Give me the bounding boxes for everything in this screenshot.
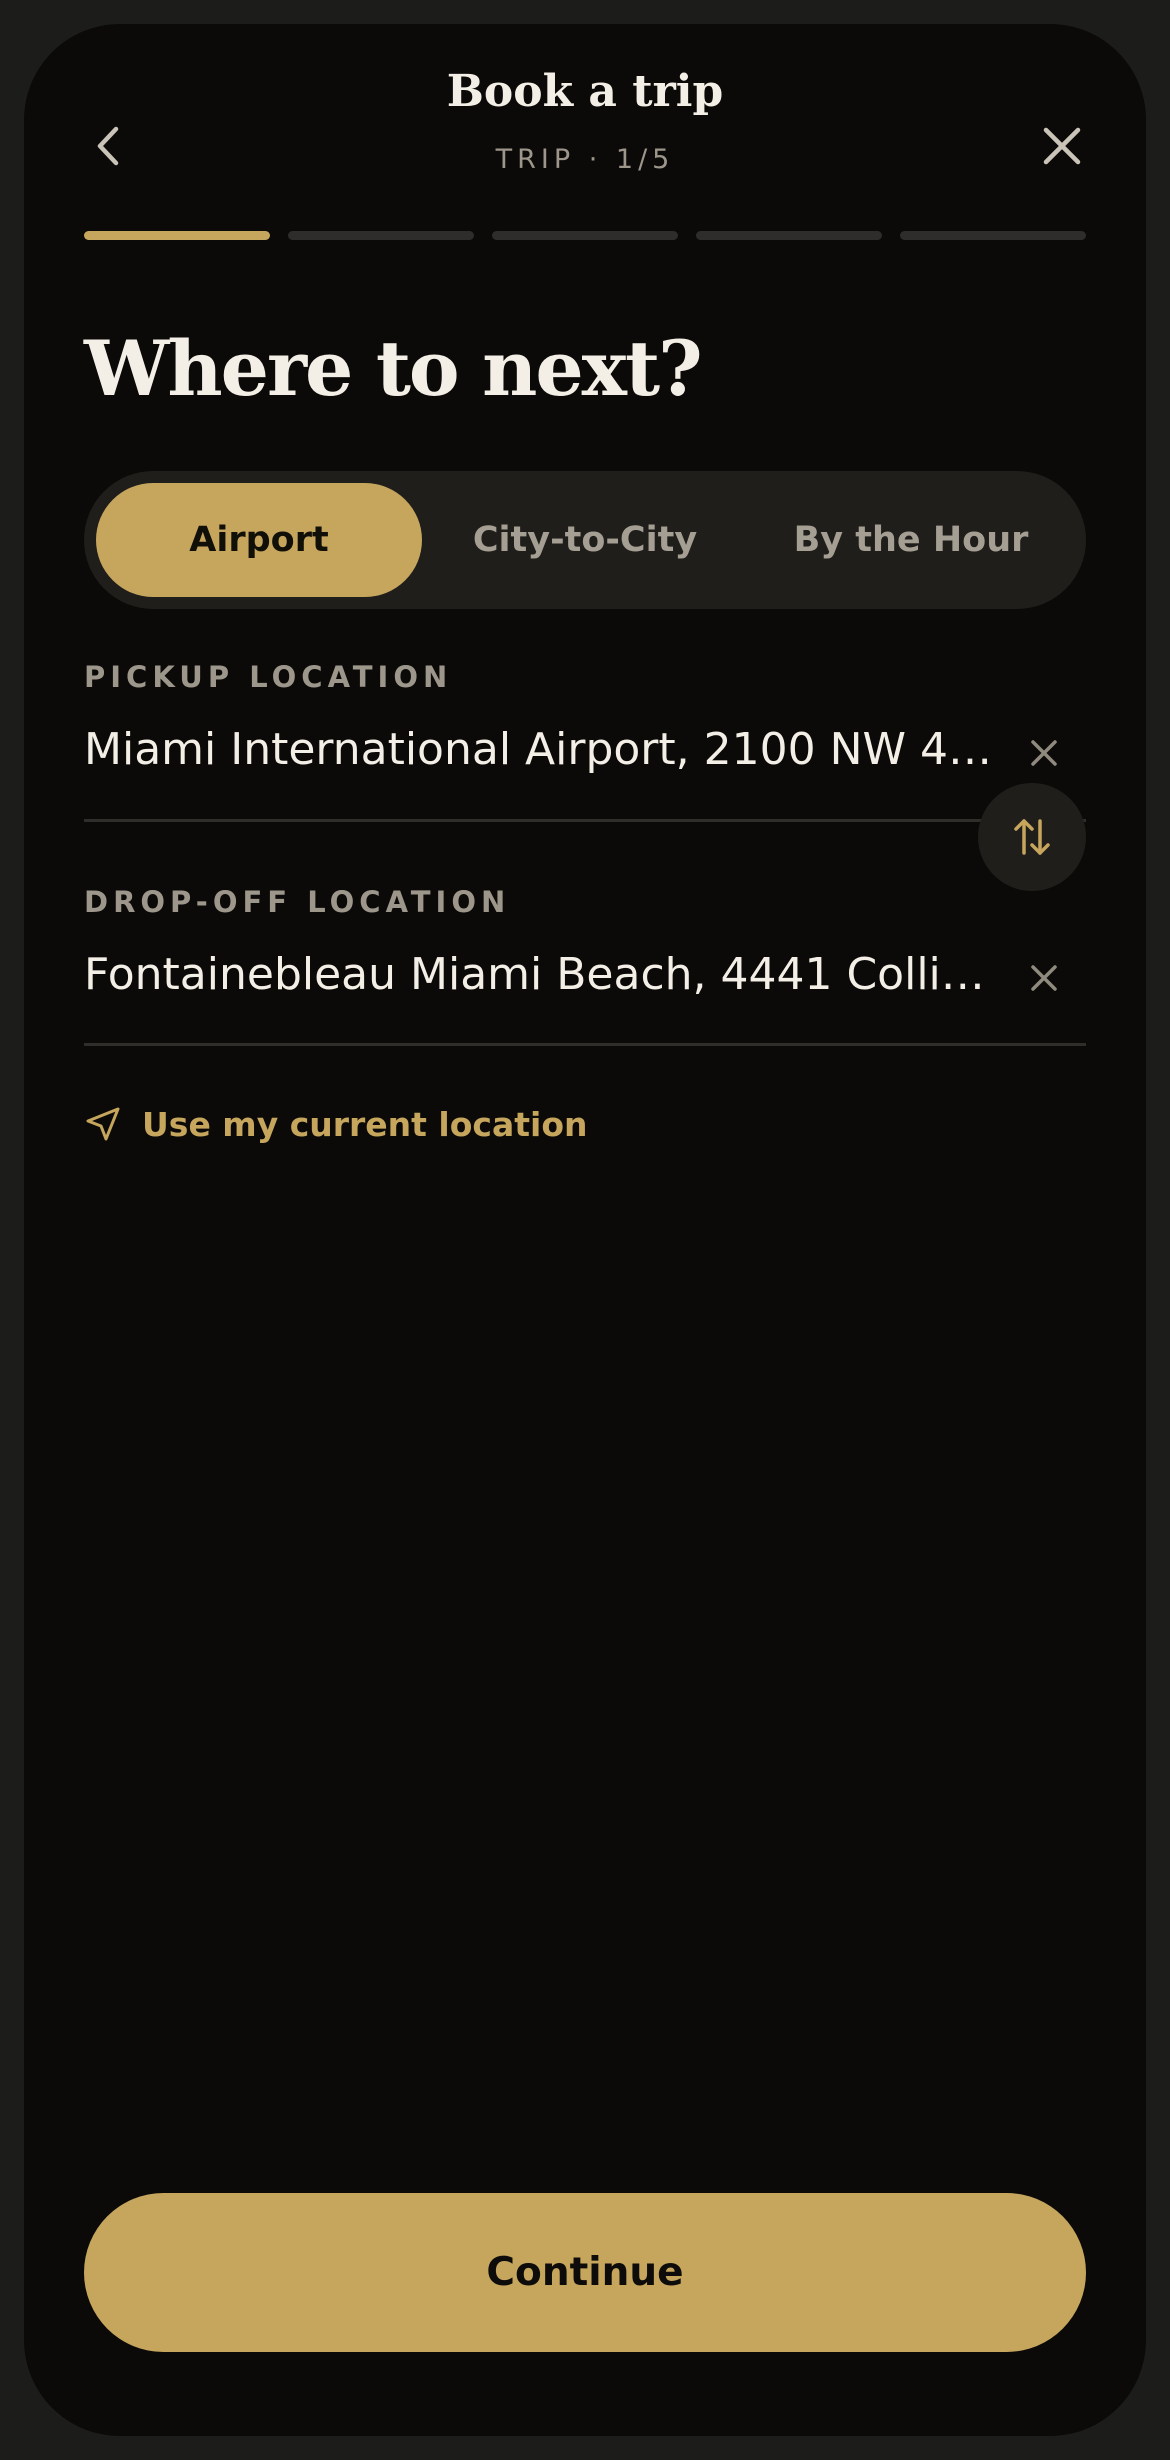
close-icon	[1043, 127, 1081, 165]
pickup-input[interactable]: Miami International Airport, 2100 NW 42.…	[84, 724, 994, 775]
progress-step-4	[696, 231, 882, 240]
dropoff-clear-button[interactable]	[1014, 948, 1074, 1008]
page-title: Book a trip	[446, 66, 724, 117]
dropoff-divider	[84, 1043, 1086, 1046]
progress-step-1	[84, 231, 270, 240]
progress-step-3	[492, 231, 678, 240]
trip-type-by-the-hour[interactable]: By the Hour	[748, 483, 1074, 597]
pickup-divider	[84, 819, 1086, 822]
progress-bar	[84, 231, 1086, 240]
swap-locations-button[interactable]	[978, 783, 1086, 891]
use-current-location-label: Use my current location	[142, 1104, 588, 1144]
trip-type-selector: Airport City-to-City By the Hour	[84, 471, 1086, 609]
pickup-clear-button[interactable]	[1014, 723, 1074, 783]
navigation-arrow-icon	[86, 1107, 120, 1141]
app-screen: Book a trip TRIP · 1/5 Where to next? Ai…	[24, 24, 1146, 2436]
main-heading: Where to next?	[84, 324, 703, 413]
trip-type-airport[interactable]: Airport	[96, 483, 422, 597]
step-indicator: TRIP · 1/5	[495, 144, 675, 175]
close-icon	[1031, 965, 1057, 991]
dropoff-label: DROP-OFF LOCATION	[84, 885, 511, 919]
continue-button[interactable]: Continue	[84, 2193, 1086, 2352]
close-button[interactable]	[1017, 101, 1107, 191]
close-icon	[1031, 740, 1057, 766]
swap-vertical-icon	[1014, 819, 1050, 855]
pickup-label: PICKUP LOCATION	[84, 660, 453, 694]
dropoff-input[interactable]: Fontainebleau Miami Beach, 4441 Collins …	[84, 949, 994, 1000]
trip-type-city-to-city[interactable]: City-to-City	[422, 483, 748, 597]
use-current-location-button[interactable]: Use my current location	[84, 1094, 588, 1154]
progress-step-2	[288, 231, 474, 240]
progress-step-5	[900, 231, 1086, 240]
